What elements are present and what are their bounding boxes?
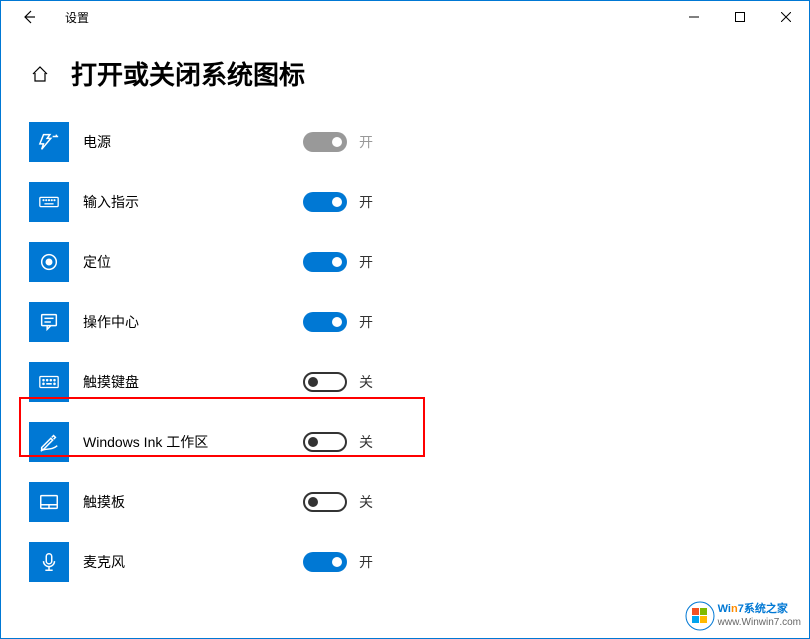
toggle-state-label: 开 [359, 312, 373, 332]
setting-label: 输入指示 [83, 192, 303, 212]
back-button[interactable] [13, 1, 45, 33]
minimize-button[interactable] [671, 1, 717, 33]
setting-row-power: 电源 开 [29, 112, 809, 172]
keyboard-icon [29, 182, 69, 222]
toggle-state-label: 开 [359, 552, 373, 572]
toggle-windows-ink[interactable] [303, 432, 347, 452]
titlebar: 设置 [1, 1, 809, 33]
setting-row-location: 定位 开 [29, 232, 809, 292]
toggle-touch-keyboard[interactable] [303, 372, 347, 392]
setting-label: 触摸板 [83, 492, 303, 512]
setting-label: 触摸键盘 [83, 372, 303, 392]
toggle-state-label: 开 [359, 252, 373, 272]
setting-label: 电源 [83, 132, 303, 152]
touch-keyboard-icon [29, 362, 69, 402]
toggle-state-label: 开 [359, 192, 373, 212]
close-button[interactable] [763, 1, 809, 33]
setting-label: 定位 [83, 252, 303, 272]
touchpad-icon [29, 482, 69, 522]
toggle-location[interactable] [303, 252, 347, 272]
close-icon [781, 12, 791, 22]
action-center-icon [29, 302, 69, 342]
power-icon [29, 122, 69, 162]
toggle-input-indicator[interactable] [303, 192, 347, 212]
toggle-state-label: 关 [359, 432, 373, 452]
maximize-button[interactable] [717, 1, 763, 33]
ink-icon [29, 422, 69, 462]
toggle-state-label: 开 [359, 132, 373, 152]
setting-row-touchpad: 触摸板 关 [29, 472, 809, 532]
setting-row-windows-ink: Windows Ink 工作区 关 [29, 412, 809, 472]
watermark-logo-icon [684, 600, 716, 632]
mic-icon [29, 542, 69, 582]
toggle-power [303, 132, 347, 152]
page-title: 打开或关闭系统图标 [71, 55, 305, 92]
page-header: 打开或关闭系统图标 [1, 33, 809, 102]
setting-row-touch-keyboard: 触摸键盘 关 [29, 352, 809, 412]
minimize-icon [689, 12, 699, 22]
toggle-microphone[interactable] [303, 552, 347, 572]
setting-label: 麦克风 [83, 552, 303, 572]
maximize-icon [735, 12, 745, 22]
watermark-brand: Win7系统之家 [718, 603, 801, 616]
back-arrow-icon [21, 9, 37, 25]
home-icon [31, 65, 49, 83]
setting-row-input-indicator: 输入指示 开 [29, 172, 809, 232]
setting-row-microphone: 麦克风 开 [29, 532, 809, 592]
window-title: 设置 [65, 9, 89, 26]
setting-label: Windows Ink 工作区 [83, 432, 303, 452]
window-controls [671, 1, 809, 33]
toggle-state-label: 关 [359, 492, 373, 512]
watermark-url: www.Winwin7.com [718, 617, 801, 629]
location-icon [29, 242, 69, 282]
toggle-state-label: 关 [359, 372, 373, 392]
settings-list: 电源 开 输入指示 开 定位 开 操作中心 [1, 102, 809, 592]
toggle-action-center[interactable] [303, 312, 347, 332]
setting-row-action-center: 操作中心 开 [29, 292, 809, 352]
home-button[interactable] [29, 63, 51, 85]
setting-label: 操作中心 [83, 312, 303, 332]
watermark: Win7系统之家 www.Winwin7.com [684, 600, 801, 632]
toggle-touchpad[interactable] [303, 492, 347, 512]
